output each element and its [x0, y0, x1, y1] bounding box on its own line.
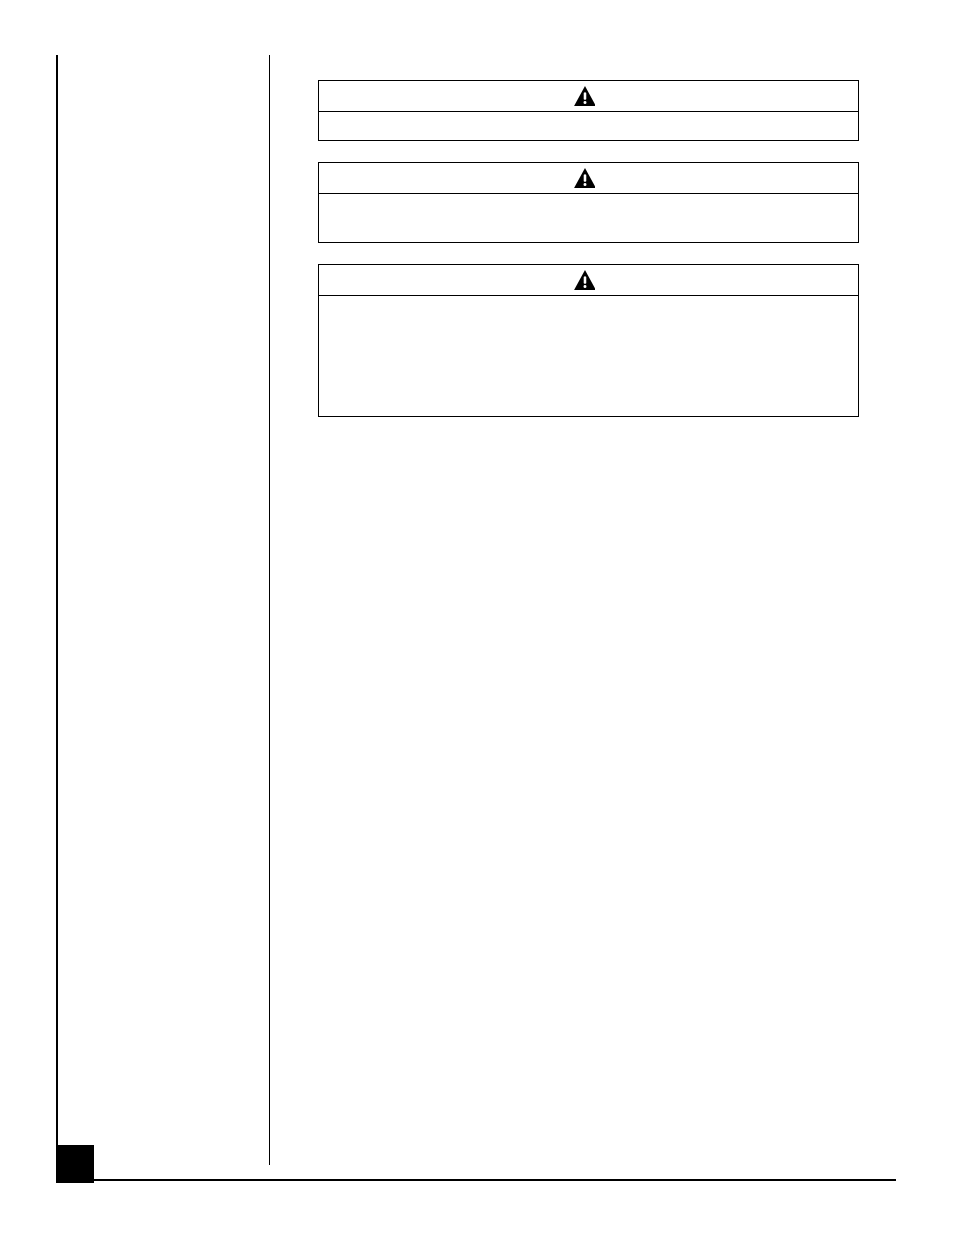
alert-icon	[574, 168, 596, 188]
notice-header	[319, 163, 858, 194]
notice-body	[319, 194, 858, 242]
notice-header	[319, 265, 858, 296]
page-number-box	[56, 1145, 94, 1183]
manual-page	[0, 0, 954, 1235]
notice-body	[319, 296, 858, 416]
notice-box	[318, 162, 859, 243]
notice-box	[318, 264, 859, 417]
alert-icon	[574, 270, 596, 290]
alert-icon	[574, 86, 596, 106]
notice-box	[318, 80, 859, 141]
notice-body	[319, 112, 858, 140]
notice-header	[319, 81, 858, 112]
column-divider	[269, 55, 270, 1165]
